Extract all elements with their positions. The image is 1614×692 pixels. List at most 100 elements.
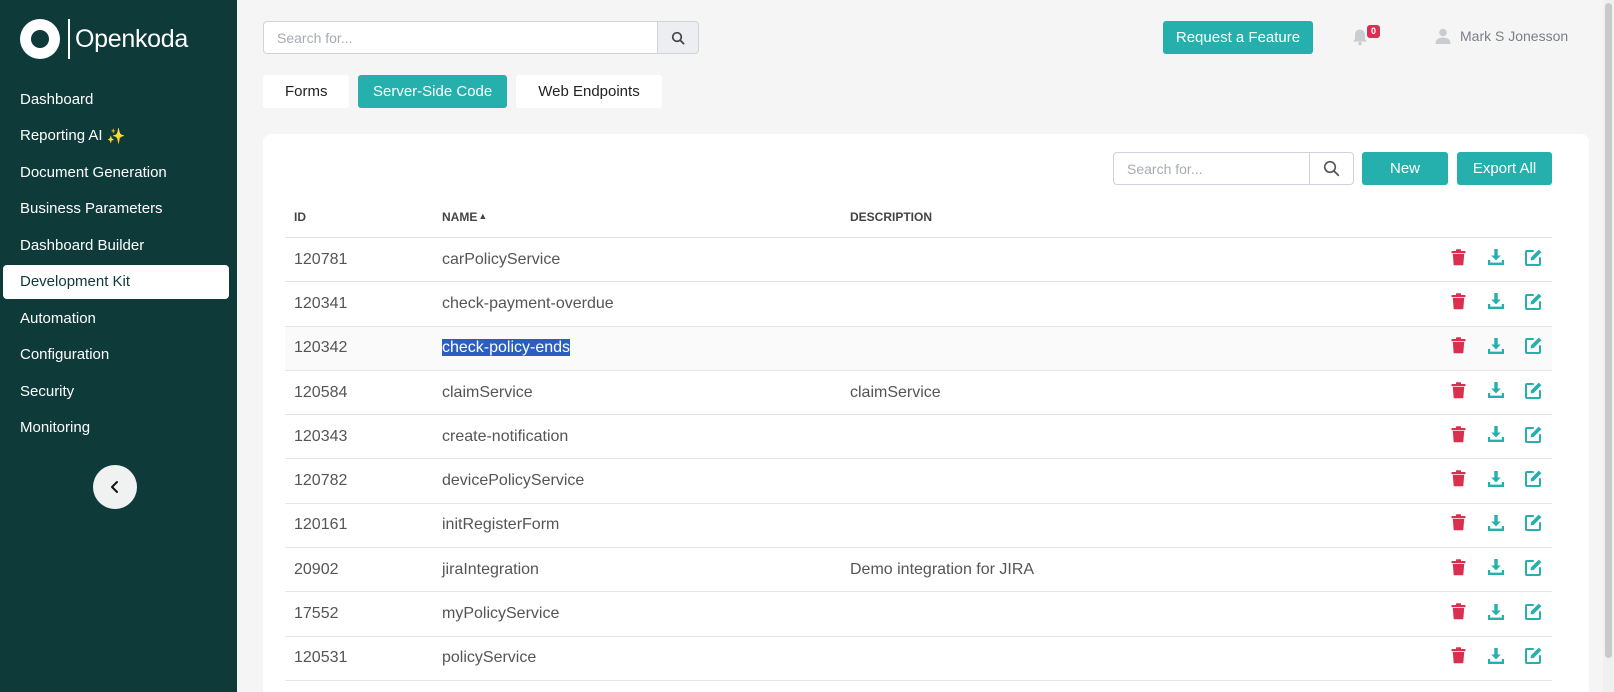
- trash-icon: [1451, 470, 1466, 492]
- download-button[interactable]: [1485, 382, 1506, 404]
- global-search-button[interactable]: [657, 21, 699, 54]
- delete-button[interactable]: [1448, 293, 1469, 315]
- sidebar-item-label: Reporting AI: [20, 127, 103, 145]
- edit-button[interactable]: [1523, 514, 1544, 536]
- tab-bar: Forms Server-Side Code Web Endpoints: [263, 75, 671, 108]
- download-button[interactable]: [1485, 514, 1506, 536]
- edit-button[interactable]: [1523, 382, 1544, 404]
- tab-forms[interactable]: Forms: [263, 75, 349, 108]
- sidebar-item-dashboard[interactable]: Dashboard: [0, 81, 237, 118]
- table-row[interactable]: 120341 check-payment-overdue: [285, 282, 1552, 327]
- request-feature-button[interactable]: Request a Feature: [1163, 21, 1313, 54]
- cell-name: carPolicyService: [442, 251, 850, 269]
- sidebar-item-label: Security: [20, 382, 75, 400]
- download-button[interactable]: [1485, 603, 1506, 625]
- download-button[interactable]: [1485, 647, 1506, 669]
- cell-id: 120161: [294, 516, 348, 534]
- trash-icon: [1451, 293, 1466, 315]
- table-row[interactable]: 120531 policyService: [285, 637, 1552, 681]
- edit-button[interactable]: [1523, 470, 1544, 492]
- cell-description: Demo integration for JIRA: [850, 560, 1035, 578]
- cell-name: policyService: [442, 649, 850, 667]
- edit-button[interactable]: [1523, 559, 1544, 581]
- delete-button[interactable]: [1448, 514, 1469, 536]
- edit-button[interactable]: [1523, 426, 1544, 448]
- download-button[interactable]: [1485, 293, 1506, 315]
- edit-icon: [1524, 602, 1543, 626]
- tab-server-side-code[interactable]: Server-Side Code: [358, 75, 508, 108]
- delete-button[interactable]: [1448, 248, 1469, 271]
- table-row[interactable]: 120584 claimService claimService: [285, 371, 1552, 416]
- cell-name: jiraIntegration: [442, 561, 850, 579]
- download-button[interactable]: [1485, 426, 1506, 448]
- download-icon: [1487, 337, 1505, 360]
- download-icon: [1487, 647, 1505, 670]
- edit-button[interactable]: [1523, 249, 1544, 271]
- cell-name: claimService: [442, 384, 850, 402]
- logo[interactable]: Openkoda: [20, 18, 188, 60]
- edit-icon: [1524, 513, 1543, 537]
- sidebar-item-development-kit[interactable]: Development Kit: [3, 264, 229, 299]
- download-button[interactable]: [1485, 337, 1506, 359]
- cell-name: check-policy-ends: [442, 339, 850, 357]
- edit-button[interactable]: [1523, 647, 1544, 669]
- table-row[interactable]: 120342 check-policy-ends: [285, 326, 1552, 371]
- delete-button[interactable]: [1448, 426, 1469, 448]
- column-header-description[interactable]: DESCRIPTION: [850, 210, 1432, 224]
- sidebar-item-security[interactable]: Security: [0, 373, 237, 410]
- global-search-input[interactable]: [263, 21, 657, 54]
- delete-button[interactable]: [1448, 559, 1469, 581]
- table-row[interactable]: 120781 carPolicyService: [285, 238, 1552, 283]
- column-header-name[interactable]: NAME▲: [442, 210, 850, 224]
- sidebar-item-label: Configuration: [20, 346, 110, 364]
- cell-actions: [1432, 293, 1552, 315]
- column-header-id[interactable]: ID: [285, 210, 442, 224]
- delete-button[interactable]: [1448, 381, 1469, 404]
- cell-name: initRegisterForm: [442, 516, 850, 534]
- sidebar-item-automation[interactable]: Automation: [0, 300, 237, 337]
- sidebar-item-business-parameters[interactable]: Business Parameters: [0, 191, 237, 228]
- table-row[interactable]: 17552 myPolicyService: [285, 592, 1552, 637]
- table-row[interactable]: 120343 create-notification: [285, 415, 1552, 460]
- edit-button[interactable]: [1523, 337, 1544, 359]
- sidebar-item-configuration[interactable]: Configuration: [0, 337, 237, 374]
- table-row[interactable]: 20902 jiraIntegration Demo integration for…: [285, 548, 1552, 593]
- table-search-button[interactable]: [1309, 152, 1354, 185]
- page-scrollbar-thumb[interactable]: [1605, 3, 1612, 658]
- edit-icon: [1524, 469, 1543, 493]
- sidebar-item-label: Business Parameters: [20, 200, 163, 218]
- table-row[interactable]: 120782 devicePolicyService: [285, 459, 1552, 504]
- cell-id: 120342: [294, 339, 348, 357]
- search-icon: [1323, 160, 1340, 177]
- edit-button[interactable]: [1523, 293, 1544, 315]
- sidebar-item-reporting-ai[interactable]: Reporting AI ✨: [0, 118, 237, 155]
- sidebar-item-document-generation[interactable]: Document Generation: [0, 154, 237, 191]
- sidebar-item-dashboard-builder[interactable]: Dashboard Builder: [0, 227, 237, 264]
- new-button[interactable]: New: [1362, 152, 1448, 185]
- user-menu[interactable]: Mark S Jonesson: [1434, 27, 1568, 45]
- sidebar-nav: Dashboard Reporting AI ✨ Document Generatio…: [0, 81, 237, 446]
- tab-web-endpoints[interactable]: Web Endpoints: [516, 75, 662, 108]
- sidebar-item-label: Document Generation: [20, 163, 167, 181]
- server-side-code-card: New Export All ID NAME▲ DESCRIPTION 1207…: [263, 134, 1589, 692]
- delete-button[interactable]: [1448, 647, 1469, 669]
- cell-actions: [1432, 381, 1552, 404]
- cell-name: myPolicyService: [442, 605, 850, 623]
- sidebar-item-label: Automation: [20, 309, 96, 327]
- delete-button[interactable]: [1448, 470, 1469, 492]
- table-row[interactable]: 120161 initRegisterForm: [285, 504, 1552, 549]
- collapse-sidebar-button[interactable]: [93, 465, 137, 509]
- download-icon: [1487, 514, 1505, 537]
- delete-button[interactable]: [1448, 337, 1469, 359]
- edit-button[interactable]: [1523, 603, 1544, 625]
- sidebar-item-monitoring[interactable]: Monitoring: [0, 410, 237, 447]
- download-button[interactable]: [1485, 470, 1506, 492]
- delete-button[interactable]: [1448, 603, 1469, 625]
- download-button[interactable]: [1485, 559, 1506, 581]
- export-all-button[interactable]: Export All: [1457, 152, 1552, 185]
- table-search-input[interactable]: [1113, 152, 1309, 185]
- download-icon: [1487, 470, 1505, 493]
- download-button[interactable]: [1485, 249, 1506, 271]
- table-body: 120781 carPolicyService 120341 check-paymen…: [285, 238, 1552, 681]
- sort-ascending-icon: ▲: [478, 210, 488, 221]
